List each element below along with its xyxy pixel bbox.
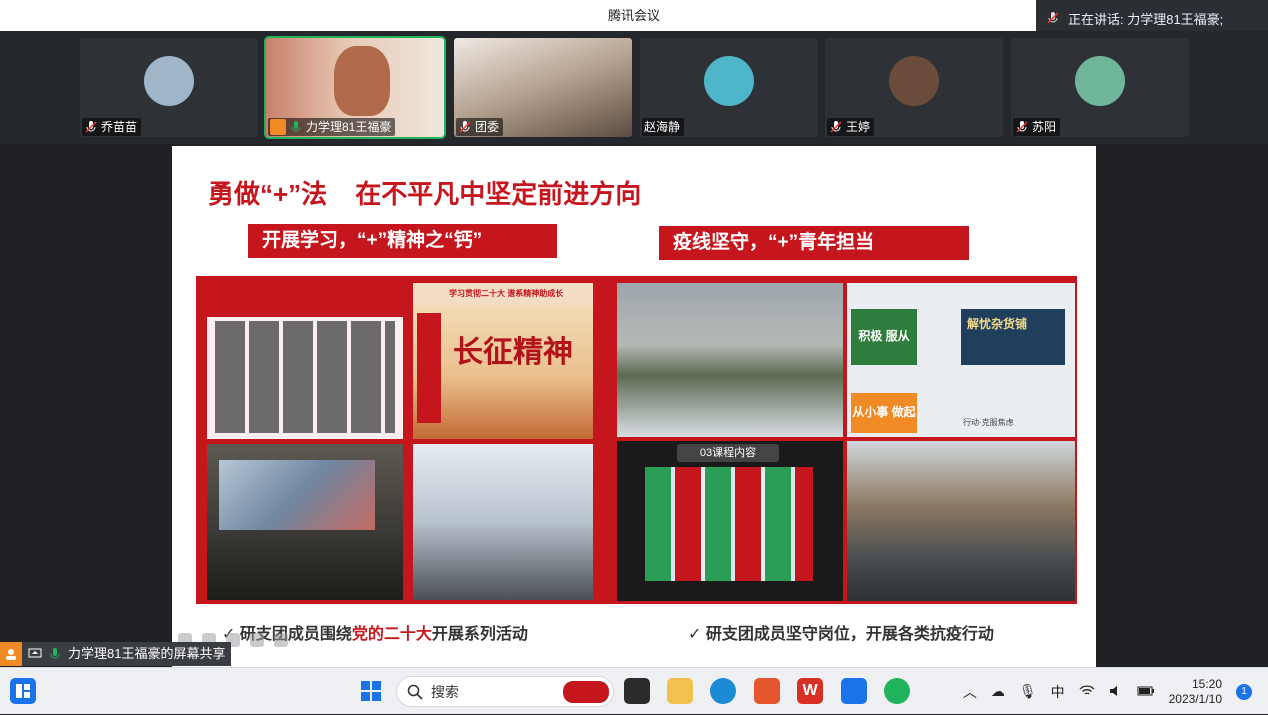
screen-share-label: 力学理81王福豪的屏幕共享 <box>68 646 226 661</box>
right-section-header: 疫线坚守，“+”青年担当 <box>659 226 969 260</box>
poster-tower <box>417 313 441 423</box>
course-label: 03课程内容 <box>677 444 779 462</box>
muted-mic-icon <box>85 121 97 133</box>
chevron-up-icon[interactable]: ︿ <box>963 682 977 702</box>
store-icon[interactable] <box>754 678 780 704</box>
slide-title-part2: 在不平凡中坚定前进方向 <box>355 179 642 209</box>
clock-date: 2023/1/10 <box>1168 691 1222 706</box>
speaking-text: 正在讲话: 力学理81王福豪; <box>1068 11 1224 27</box>
wechat-icon[interactable] <box>884 678 910 704</box>
tile-anxiety: 行动·克服焦虑 <box>963 418 1014 427</box>
tile-small-things: 从小事 做起 <box>851 393 917 433</box>
right-photo-collage: 积极 服从 解忧杂货铺 从小事 做起 行动·克服焦虑 03课程内容 <box>610 276 1077 604</box>
muted-mic-icon <box>1047 12 1059 24</box>
cloud-icon[interactable]: ☁ <box>991 683 1005 700</box>
participant-tile[interactable]: 赵海静 <box>640 38 818 137</box>
shared-screen-area[interactable]: 勇做“+”法 在不平凡中坚定前进方向 开展学习，“+”精神之“钙” 疫线坚守，“+… <box>0 144 1268 667</box>
participant-name-label: 王婷 <box>827 118 875 136</box>
photo-volunteers-outdoor <box>617 283 843 437</box>
right-caption: ✓ 研支团成员坚守岗位，开展各类抗疫行动 <box>688 626 994 643</box>
participant-name: 团委 <box>475 120 500 134</box>
tencent-meeting-icon[interactable] <box>841 678 867 704</box>
clock[interactable]: 15:20 2023/1/10 <box>1169 677 1222 707</box>
system-tray: ︿ ☁ 🎙 中 15:20 2023/1/10 1 <box>963 668 1268 715</box>
wps-office-icon[interactable]: W <box>797 678 823 704</box>
screen-share-icon <box>28 648 42 658</box>
clock-time: 15:20 <box>1191 676 1222 691</box>
participant-strip[interactable]: 乔苗苗 力学理81王福豪 团委 赵海静 王婷 苏阳 <box>0 31 1268 144</box>
photo-thumbnails <box>215 321 395 433</box>
host-icon <box>270 119 286 135</box>
participant-name-label: 苏阳 <box>1013 118 1061 136</box>
widgets-icon[interactable] <box>10 678 36 704</box>
edge-browser-icon[interactable] <box>710 678 736 704</box>
participant-name: 苏阳 <box>1032 120 1057 134</box>
slide-title: 勇做“+”法 在不平凡中坚定前进方向 <box>208 174 641 211</box>
volume-icon[interactable] <box>1109 684 1123 700</box>
participant-name: 王婷 <box>846 120 871 134</box>
photo-phone-course: 03课程内容 <box>617 441 843 601</box>
task-view-icon[interactable] <box>624 678 650 704</box>
search-icon <box>407 684 423 700</box>
participant-tile-active-speaker[interactable]: 力学理81王福豪 <box>264 36 446 139</box>
photo-lecture-hall <box>207 444 403 600</box>
slide-title-part1: 勇做“+”法 <box>208 179 328 209</box>
window-title: 腾讯会议 <box>607 8 660 23</box>
participant-name: 赵海静 <box>644 120 681 134</box>
start-icon[interactable] <box>358 678 384 704</box>
eraser-icon[interactable] <box>274 633 288 647</box>
participant-tile[interactable]: 苏阳 <box>1011 38 1189 137</box>
text-icon[interactable] <box>250 633 264 647</box>
host-icon <box>0 642 22 666</box>
photo-computer-lab <box>413 444 593 600</box>
muted-mic-icon <box>1016 121 1028 133</box>
photo-online-session: 积极 服从 解忧杂货铺 从小事 做起 行动·克服焦虑 <box>847 283 1075 437</box>
avatar <box>704 56 754 106</box>
screen-share-indicator[interactable]: 力学理81王福豪的屏幕共享 <box>0 642 232 666</box>
microphone-icon[interactable]: 🎙 <box>1019 683 1037 700</box>
photo-banner <box>207 283 403 317</box>
projector-screen <box>219 460 375 530</box>
tile-positive: 积极 服从 <box>851 309 917 365</box>
participant-name-label: 团委 <box>456 118 504 136</box>
photo-long-march-poster: 学习贯彻二十大 谱系精神助成长 长征精神 <box>413 283 593 439</box>
participant-name-label: 乔苗苗 <box>82 118 142 136</box>
participant-name-label: 力学理81王福豪 <box>268 118 396 136</box>
muted-mic-icon <box>459 121 471 133</box>
wifi-icon[interactable] <box>1079 684 1095 700</box>
ime-indicator[interactable]: 中 <box>1051 682 1065 702</box>
search-highlight-icon <box>563 680 609 703</box>
file-explorer-icon[interactable] <box>667 678 693 704</box>
poster-header: 学习贯彻二十大 谱系精神助成长 <box>413 283 593 305</box>
participant-name: 力学理81王福豪 <box>306 120 392 134</box>
left-photo-collage: 学习贯彻二十大 谱系精神助成长 长征精神 <box>196 276 610 604</box>
taskbar-search[interactable]: 搜索 <box>396 676 614 707</box>
participant-tile[interactable]: 王婷 <box>825 38 1003 137</box>
avatar <box>1075 56 1125 106</box>
taskbar: 搜索 W ︿ ☁ 🎙 中 15:20 2023/1/10 1 <box>0 667 1268 714</box>
participant-name: 乔苗苗 <box>101 120 138 134</box>
avatar <box>144 56 194 106</box>
photo-meeting-grid <box>207 283 403 439</box>
notification-badge[interactable]: 1 <box>1236 683 1252 700</box>
poster-calligraphy: 长征精神 <box>453 335 573 370</box>
search-placeholder: 搜索 <box>431 683 459 700</box>
speaker-face <box>334 46 390 116</box>
shared-slide: 勇做“+”法 在不平凡中坚定前进方向 开展学习，“+”精神之“钙” 疫线坚守，“+… <box>172 146 1096 667</box>
participant-name-label: 赵海静 <box>642 118 685 136</box>
active-mic-icon <box>291 121 301 132</box>
active-mic-icon <box>50 648 60 659</box>
participant-tile[interactable]: 团委 <box>454 38 632 137</box>
battery-icon[interactable] <box>1137 684 1155 700</box>
course-tiles <box>645 467 813 581</box>
muted-mic-icon <box>830 121 842 133</box>
left-section-header: 开展学习，“+”精神之“钙” <box>248 224 557 258</box>
left-caption-suffix: 开展系列活动 <box>431 626 528 643</box>
avatar <box>889 56 939 106</box>
tile-grocery: 解忧杂货铺 <box>961 309 1065 365</box>
participant-tile[interactable]: 乔苗苗 <box>80 38 258 137</box>
photo-campus-students <box>847 441 1075 601</box>
